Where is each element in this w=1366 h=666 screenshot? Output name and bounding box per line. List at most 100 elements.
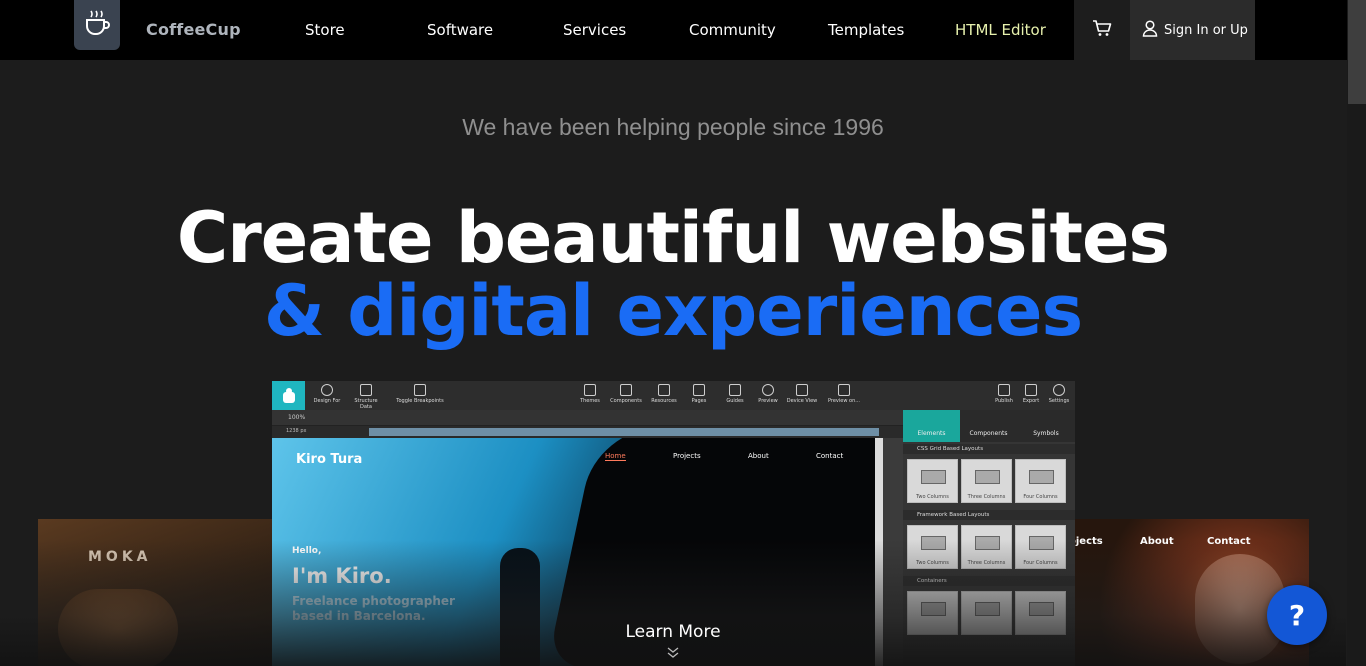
editor-logo-icon — [272, 381, 305, 410]
editor-zoom-bar: 100% — [272, 410, 903, 426]
site-title: Kiro Tura — [296, 452, 363, 467]
canvas-width: 1238 px — [286, 428, 307, 434]
panel-section-framework: Framework Based Layouts — [903, 510, 1075, 520]
tb-label: Export — [1022, 398, 1040, 404]
tb-pages: Pages — [688, 384, 710, 404]
nav-templates[interactable]: Templates — [828, 21, 904, 39]
preview-link-about: About — [1140, 536, 1174, 547]
learn-more-link[interactable]: Learn More — [0, 622, 1346, 642]
guides-icon — [729, 384, 741, 396]
nav-store[interactable]: Store — [305, 21, 345, 39]
tb-components: Components — [609, 384, 643, 404]
nav-html-editor[interactable]: HTML Editor — [955, 21, 1046, 39]
export-icon — [1025, 384, 1037, 396]
tb-design-for: Design For — [312, 384, 342, 404]
layout-thumb — [975, 536, 1000, 550]
panel-tab-elements: Elements — [917, 430, 946, 437]
tb-label: Settings — [1048, 398, 1070, 404]
cart-icon — [1092, 19, 1112, 42]
panel-tabs: Elements Components Symbols — [903, 410, 1075, 442]
tb-label: Themes — [580, 398, 600, 404]
coffeecup-logo[interactable] — [74, 0, 120, 50]
tb-preview-on: Preview on... — [826, 384, 862, 404]
tb-label: Preview on... — [827, 398, 861, 404]
tb-device-view: Device View — [786, 384, 818, 404]
tb-label: Publish — [995, 398, 1013, 404]
site-nav-contact: Contact — [816, 452, 844, 460]
tb-label: Resources — [651, 398, 677, 404]
tb-structure-data: Structure Data — [348, 384, 384, 410]
site-intro: I'm Kiro. — [292, 564, 392, 588]
nav-community[interactable]: Community — [689, 21, 776, 39]
help-button[interactable]: ? — [1267, 585, 1327, 645]
tb-label: Design For — [313, 398, 341, 404]
hero-tagline: We have been helping people since 1996 — [462, 114, 884, 140]
editor-toolbar: Design For Structure Data Toggle Breakpo… — [272, 381, 1075, 410]
user-icon — [1142, 19, 1158, 41]
scrollbar-thumb[interactable] — [1348, 0, 1366, 104]
sign-in-button[interactable]: Sign In or Up — [1130, 0, 1255, 60]
layout-thumb — [921, 602, 946, 616]
device-icon — [796, 384, 808, 396]
help-label: ? — [1288, 598, 1306, 632]
tb-settings: Settings — [1046, 384, 1072, 404]
resources-icon — [658, 384, 670, 396]
layout-tile: Four Columns — [1015, 525, 1066, 569]
tb-toggle-breakpoints: Toggle Breakpoints — [396, 384, 444, 404]
template-preview-moka[interactable]: MOKA — [38, 519, 272, 666]
layout-thumb — [1029, 470, 1054, 484]
preview-link-projects: ojects — [1075, 536, 1103, 547]
site-hello: Hello, — [292, 546, 322, 556]
coffee-cup-icon — [84, 9, 110, 42]
zoom-level: 100% — [288, 414, 306, 421]
layout-thumb — [1029, 536, 1054, 550]
tb-resources: Resources — [649, 384, 679, 404]
nav-software[interactable]: Software — [427, 21, 493, 39]
nav-services[interactable]: Services — [563, 21, 626, 39]
layout-tile: Three Columns — [961, 459, 1012, 503]
panel-section-containers: Containers — [903, 576, 1075, 586]
monitor-icon — [838, 384, 850, 396]
breakpoints-icon — [414, 384, 426, 396]
tile-caption: Two Columns — [916, 560, 949, 566]
gear-icon — [1053, 384, 1065, 396]
brand-name[interactable]: CoffeeCup — [146, 20, 241, 39]
moka-brand: MOKA — [88, 549, 152, 565]
panel-tab-symbols: Symbols — [1033, 430, 1059, 437]
layout-tile: Two Columns — [907, 525, 958, 569]
tb-themes: Themes — [579, 384, 601, 404]
layout-thumb — [975, 602, 1000, 616]
site-subtitle: Freelance photographer based in Barcelon… — [292, 594, 455, 624]
site-nav-about: About — [748, 452, 769, 460]
tb-preview: Preview — [756, 384, 780, 404]
tile-caption: Three Columns — [967, 494, 1006, 500]
panel-section-grid: CSS Grid Based Layouts — [903, 444, 1075, 454]
hero-headline: Create beautiful websites — [176, 197, 1170, 279]
globe-icon — [321, 384, 333, 396]
breakpoint-ruler — [369, 428, 879, 436]
layout-thumb — [921, 470, 946, 484]
tb-label: Preview — [758, 398, 778, 404]
cart-button[interactable] — [1074, 0, 1130, 60]
tb-export: Export — [1020, 384, 1042, 404]
grid-icon — [620, 384, 632, 396]
layout-thumb — [1029, 602, 1054, 616]
top-navbar: CoffeeCup Store Software Services Commun… — [0, 0, 1366, 60]
site-nav-projects: Projects — [673, 452, 701, 460]
site-nav-home: Home — [605, 452, 626, 461]
panel-tab-components: Components — [969, 430, 1008, 437]
upload-icon — [998, 384, 1010, 396]
tile-caption: Four Columns — [1023, 560, 1058, 566]
tb-label: Structure Data — [354, 398, 378, 410]
tb-label: Pages — [691, 398, 707, 404]
template-preview-portrait[interactable]: ojects About Contact — [1075, 519, 1309, 666]
tb-label: Components — [610, 398, 642, 404]
canvas-figure — [500, 548, 540, 666]
preview-link-contact: Contact — [1207, 536, 1251, 547]
tb-guides: Guides — [722, 384, 748, 404]
tb-label: Toggle Breakpoints — [396, 398, 444, 404]
chevron-down-icon[interactable] — [666, 645, 680, 661]
tb-publish: Publish — [992, 384, 1016, 404]
eye-icon — [762, 384, 774, 396]
sign-in-label: Sign In or Up — [1164, 22, 1248, 38]
